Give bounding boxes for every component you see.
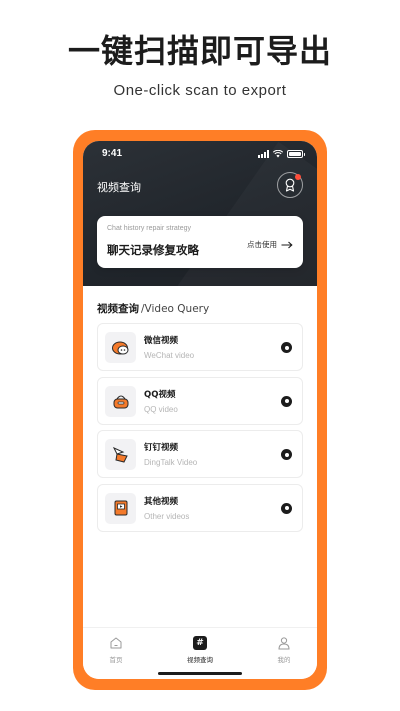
promo-subline: One-click scan to export xyxy=(113,82,287,99)
home-icon xyxy=(86,635,146,651)
item-subtitle: Other videos xyxy=(144,511,190,521)
use-button-label: 点击使用 xyxy=(247,240,277,249)
select-radio[interactable] xyxy=(281,502,292,514)
arrow-right-icon xyxy=(281,241,293,248)
status-icons xyxy=(258,150,305,158)
dingtalk-icon xyxy=(105,439,136,470)
item-title: QQ视频 xyxy=(144,389,176,400)
hash-icon: # xyxy=(193,636,207,650)
tab-home-label: 首页 xyxy=(109,656,123,664)
tab-home[interactable]: 首页 xyxy=(86,635,146,664)
tab-video-query-label: 视频查询 xyxy=(187,656,213,664)
promo-card[interactable]: Chat history repair strategy 聊天记录修复攻略 点击… xyxy=(97,216,303,268)
battery-icon xyxy=(287,150,305,158)
promo-card-title: 聊天记录修复攻略 xyxy=(107,243,199,257)
list-item-dingtalk[interactable]: 钉钉视频 DingTalk Video xyxy=(97,430,303,478)
wifi-icon xyxy=(273,150,283,158)
item-subtitle: DingTalk Video xyxy=(144,458,198,467)
use-button[interactable]: 点击使用 xyxy=(247,239,293,250)
promo-card-subtitle: Chat history repair strategy xyxy=(107,225,192,232)
home-indicator xyxy=(158,672,242,675)
user-icon xyxy=(254,635,314,651)
app-screen: 9:41 视频查询 Chat history repair strategy 聊… xyxy=(83,141,317,679)
select-radio[interactable] xyxy=(281,395,292,407)
notification-dot xyxy=(295,174,301,180)
item-subtitle: WeChat video xyxy=(144,351,195,360)
status-bar: 9:41 xyxy=(83,147,317,163)
select-radio[interactable] xyxy=(281,449,292,460)
tab-mine[interactable]: 我的 xyxy=(254,635,314,664)
list-item-other[interactable]: 其他视频 Other videos xyxy=(97,483,303,532)
other-video-icon xyxy=(105,492,136,524)
item-title: 其他视频 xyxy=(144,496,179,507)
tab-video-query[interactable]: # 视频查询 xyxy=(170,635,230,664)
promo-headline: 一键扫描即可导出 xyxy=(67,32,332,70)
list-item-qq[interactable]: QQ视频 QQ video xyxy=(97,376,303,425)
section-title-en: /Video Query xyxy=(141,303,210,315)
item-title: 微信视频 xyxy=(144,336,179,346)
item-subtitle: QQ video xyxy=(144,404,178,414)
wechat-icon xyxy=(105,332,136,363)
qq-icon xyxy=(105,385,136,417)
tab-mine-label: 我的 xyxy=(277,656,291,664)
section-title-cn: 视频查询 xyxy=(97,303,139,315)
status-time: 9:41 xyxy=(102,148,123,159)
select-radio[interactable] xyxy=(281,342,292,353)
list-item-wechat[interactable]: 微信视频 WeChat video xyxy=(97,323,303,371)
video-source-list: 微信视频 WeChat video QQ视频 QQ video 钉钉视频 Din… xyxy=(97,323,303,537)
section-title: 视频查询/Video Query xyxy=(97,301,209,316)
badge-button[interactable] xyxy=(277,172,303,198)
item-title: 钉钉视频 xyxy=(144,443,179,453)
signal-icon xyxy=(258,150,269,158)
page-title: 视频查询 xyxy=(97,181,141,194)
award-icon xyxy=(285,178,295,192)
